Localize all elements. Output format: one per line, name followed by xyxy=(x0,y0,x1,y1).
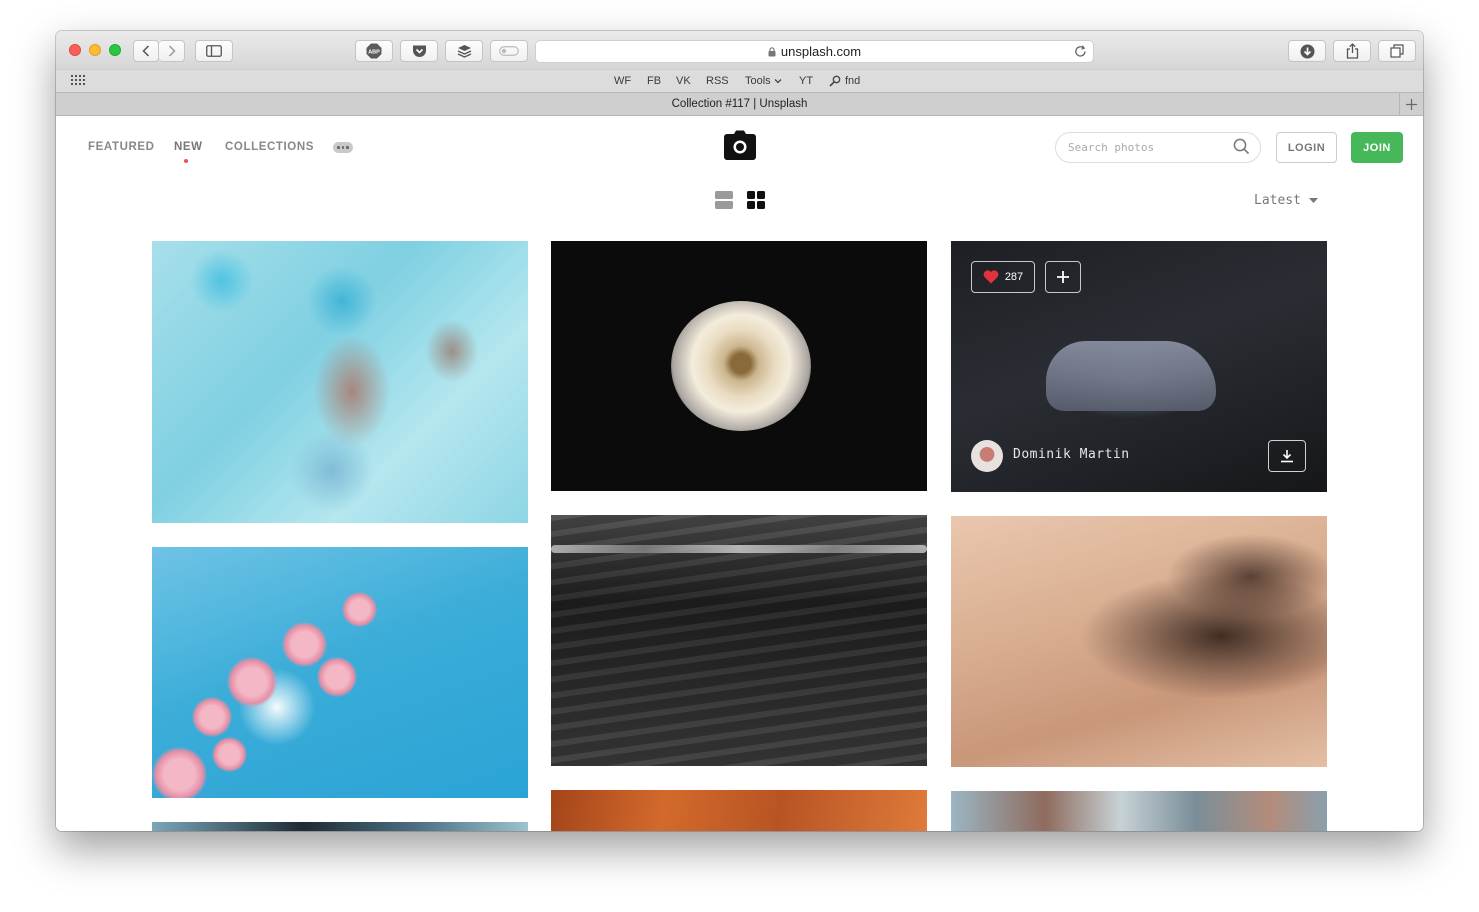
nav-new[interactable]: NEW xyxy=(174,141,203,153)
tab-title[interactable]: Collection #117 | Unsplash xyxy=(672,98,808,110)
pocket-button[interactable] xyxy=(400,40,438,62)
extension-icon xyxy=(499,46,519,56)
address-bar[interactable]: unsplash.com xyxy=(535,40,1094,63)
show-tabs-button[interactable] xyxy=(1378,40,1416,62)
photo-ocean-waves[interactable] xyxy=(551,515,927,766)
tabs-icon xyxy=(1390,44,1404,58)
photo-partial-bottom-left[interactable] xyxy=(152,822,528,831)
sidebar-button[interactable] xyxy=(195,40,233,62)
forward-icon xyxy=(168,45,176,57)
svg-text:ABP: ABP xyxy=(368,50,380,56)
photo-sand-dunes[interactable] xyxy=(951,516,1327,767)
search-icon[interactable] xyxy=(1233,138,1250,160)
downloads-button[interactable] xyxy=(1288,40,1326,62)
favorite-yt[interactable]: YT xyxy=(799,75,813,87)
download-icon xyxy=(1281,450,1293,463)
nav-collections[interactable]: COLLECTIONS xyxy=(225,141,314,153)
favorite-rss[interactable]: RSS xyxy=(706,75,729,87)
blossom-cluster xyxy=(152,747,207,798)
sneaker-shape xyxy=(1046,341,1216,411)
blossom-cluster xyxy=(192,697,232,737)
photo-sneakers-hovered[interactable]: 287 Dominik Martin xyxy=(951,241,1327,492)
more-dot xyxy=(337,146,340,149)
photo-cherry-blossom[interactable] xyxy=(152,547,528,798)
caret-down-icon xyxy=(1308,198,1318,203)
blossom-cluster xyxy=(227,657,277,707)
favorite-wf[interactable]: WF xyxy=(614,75,631,87)
photo-white-rose[interactable] xyxy=(551,241,927,491)
adblock-icon: ABP xyxy=(366,43,382,59)
favorite-fb[interactable]: FB xyxy=(647,75,661,87)
download-icon xyxy=(1300,44,1314,58)
sort-label: Latest xyxy=(1254,193,1301,208)
login-button[interactable]: LOGIN xyxy=(1276,132,1337,163)
plus-icon xyxy=(1406,99,1417,110)
avatar[interactable] xyxy=(971,440,1003,472)
url-text: unsplash.com xyxy=(780,44,862,59)
sort-dropdown[interactable]: Latest xyxy=(1254,193,1318,208)
browser-window: ABP unsplash.com WF FB VK RSS Tools YT f… xyxy=(56,31,1423,831)
new-tab-button[interactable] xyxy=(1399,93,1423,116)
pocket-icon xyxy=(412,45,426,57)
grid-view-icon xyxy=(747,191,765,209)
apps-grid-icon[interactable] xyxy=(71,75,86,89)
favorite-tools[interactable]: Tools xyxy=(745,75,782,87)
photo-partial-aerial[interactable] xyxy=(951,791,1327,831)
list-view-icon xyxy=(715,191,733,209)
favorite-fnd-label: fnd xyxy=(845,75,861,87)
blossom-cluster xyxy=(342,592,377,627)
more-dot xyxy=(341,146,345,149)
grid-view-toggle[interactable] xyxy=(747,191,765,214)
reload-icon[interactable] xyxy=(1074,44,1087,61)
more-dot xyxy=(346,146,349,149)
extension-button[interactable] xyxy=(490,40,528,62)
unsplash-page: FEATURED NEW COLLECTIONS LOGIN JOIN xyxy=(56,116,1423,831)
nav-featured[interactable]: FEATURED xyxy=(88,141,155,153)
blossom-cluster xyxy=(212,737,247,772)
author-name[interactable]: Dominik Martin xyxy=(1013,447,1130,462)
back-button[interactable] xyxy=(133,40,159,62)
blossom-cluster xyxy=(282,622,327,667)
window-minimize-button[interactable] xyxy=(89,44,101,56)
add-to-collection-button[interactable] xyxy=(1045,261,1081,293)
plus-icon xyxy=(1057,271,1069,283)
search-icon xyxy=(829,75,841,87)
favorite-tools-label: Tools xyxy=(745,75,771,87)
wave-crest xyxy=(551,545,927,553)
browser-toolbar: ABP unsplash.com xyxy=(56,31,1423,69)
lock-icon xyxy=(768,46,776,57)
join-button[interactable]: JOIN xyxy=(1351,132,1403,163)
forward-button[interactable] xyxy=(159,40,185,62)
favorite-vk[interactable]: VK xyxy=(676,75,691,87)
sidebar-icon xyxy=(206,45,222,57)
window-close-button[interactable] xyxy=(69,44,81,56)
photo-partial-orange[interactable] xyxy=(551,790,927,831)
window-zoom-button[interactable] xyxy=(109,44,121,56)
unsplash-camera-logo[interactable] xyxy=(724,130,756,165)
list-view-toggle[interactable] xyxy=(715,191,733,214)
back-icon xyxy=(142,45,150,57)
active-indicator-dot xyxy=(184,159,188,163)
buffer-button[interactable] xyxy=(445,40,483,62)
heart-icon xyxy=(983,270,999,284)
share-button[interactable] xyxy=(1333,40,1371,62)
rose-flower xyxy=(671,301,811,431)
download-photo-button[interactable] xyxy=(1268,440,1306,472)
share-icon xyxy=(1346,43,1358,59)
adblock-button[interactable]: ABP xyxy=(355,40,393,62)
like-button[interactable]: 287 xyxy=(971,261,1035,293)
search-input[interactable] xyxy=(1055,132,1261,163)
like-count: 287 xyxy=(1004,271,1024,283)
photo-swimmer[interactable] xyxy=(152,241,528,523)
favorite-fnd[interactable]: fnd xyxy=(829,75,860,87)
chevron-down-icon xyxy=(774,79,782,84)
blossom-cluster xyxy=(317,657,357,697)
favorites-bar: WF FB VK RSS Tools YT fnd xyxy=(56,69,1423,92)
more-menu-button[interactable] xyxy=(333,142,353,153)
tab-bar: Collection #117 | Unsplash xyxy=(56,92,1423,116)
buffer-icon xyxy=(457,45,471,58)
